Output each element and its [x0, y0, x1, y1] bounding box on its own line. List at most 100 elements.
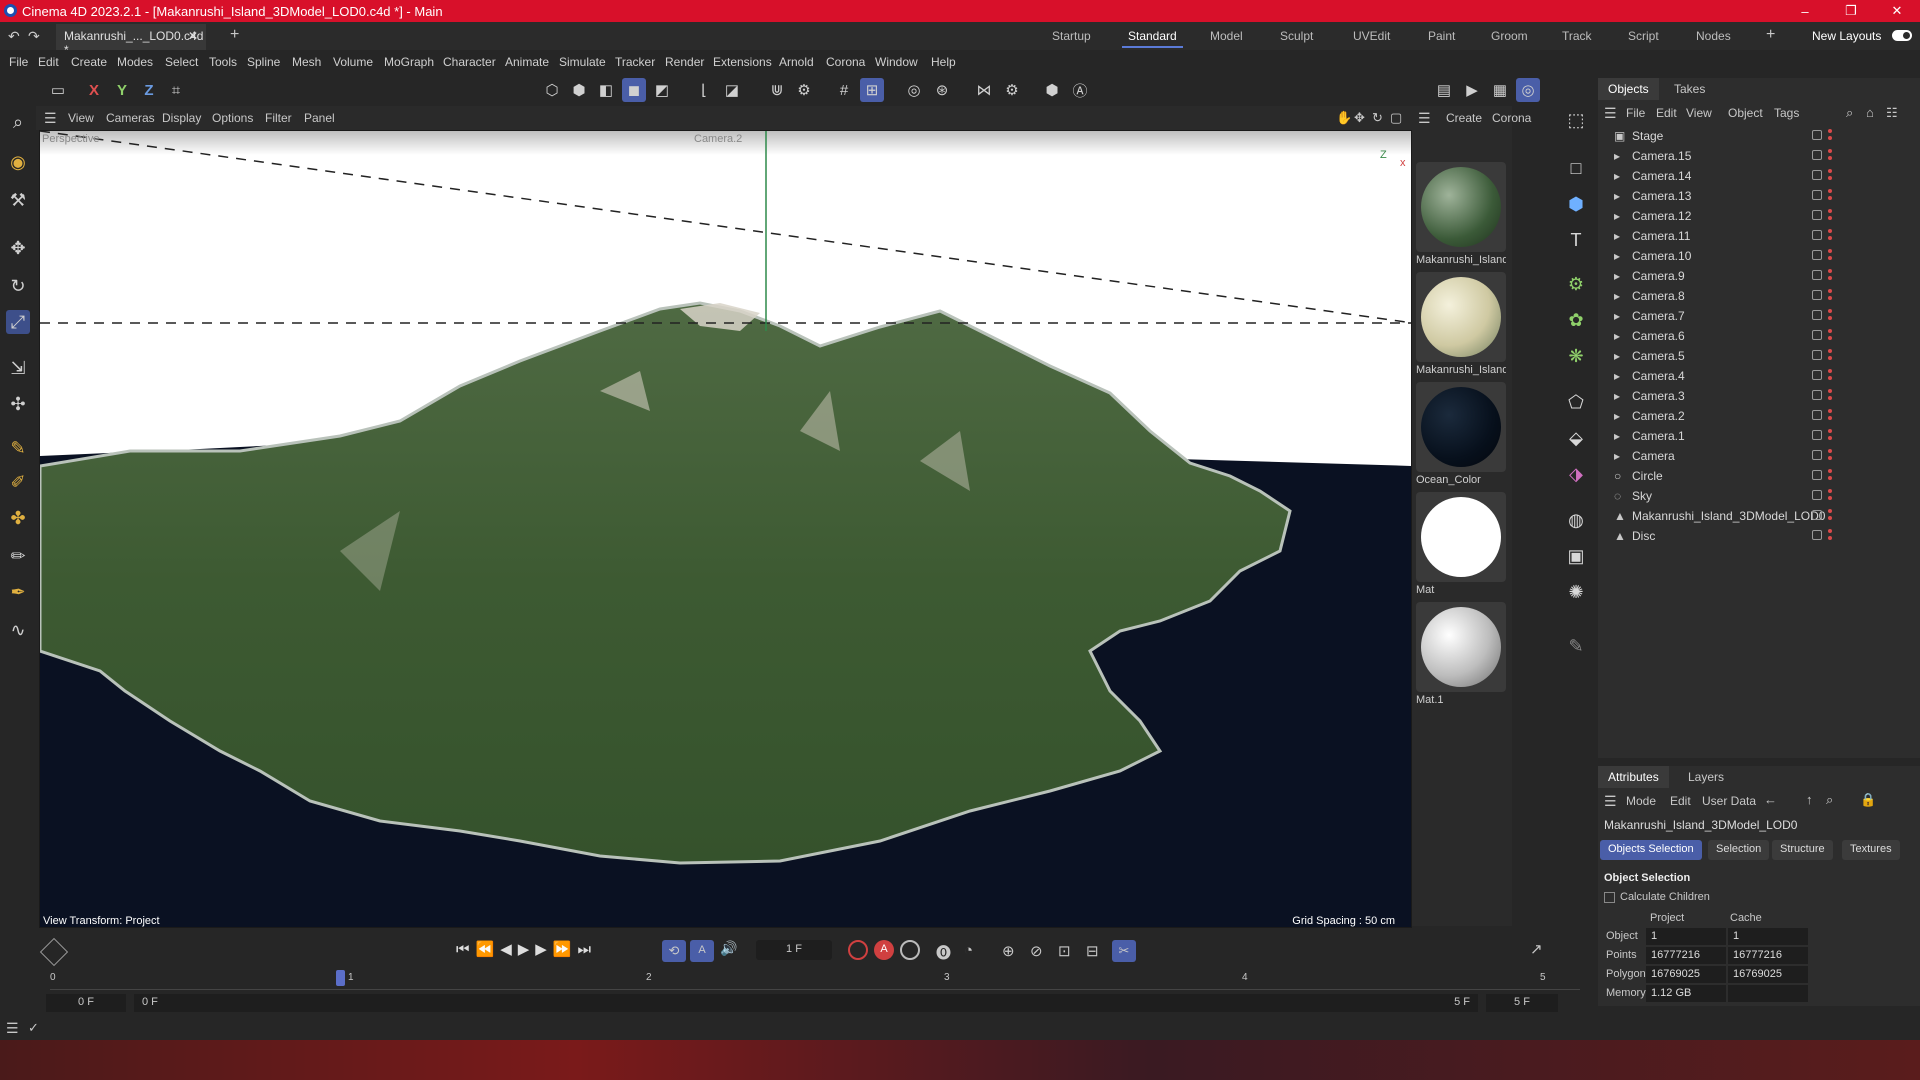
- loop-icon[interactable]: ⟲: [662, 940, 686, 962]
- rotate-view-icon[interactable]: ↻: [1372, 110, 1383, 126]
- object-row[interactable]: ▲ Disc: [1598, 526, 1920, 546]
- viewport-menu-cameras[interactable]: Cameras: [106, 111, 155, 125]
- menu-tracker[interactable]: Tracker: [615, 55, 655, 69]
- editor-visibility-dot[interactable]: [1828, 149, 1832, 153]
- camera-create-icon[interactable]: ▣: [1562, 542, 1590, 570]
- sound-icon[interactable]: 🔊: [720, 940, 737, 957]
- menu-corona[interactable]: Corona: [826, 55, 865, 69]
- render-visibility-dot[interactable]: [1828, 496, 1832, 500]
- magnet-tool-icon[interactable]: ∿: [6, 618, 30, 642]
- transform-icon[interactable]: ⚒: [6, 188, 30, 212]
- render-visibility-dot[interactable]: [1828, 436, 1832, 440]
- material-menu-corona[interactable]: Corona: [1492, 111, 1531, 125]
- editor-visibility-dot[interactable]: [1828, 309, 1832, 313]
- objects-menu-file[interactable]: File: [1626, 106, 1645, 120]
- object-row[interactable]: ▸ Camera.9: [1598, 266, 1920, 286]
- field-icon[interactable]: ⬙: [1562, 424, 1590, 452]
- current-frame-field[interactable]: 1 F: [756, 940, 832, 960]
- start-frame-field[interactable]: 0 F: [46, 994, 126, 1012]
- object-row[interactable]: ▸ Camera.6: [1598, 326, 1920, 346]
- minimize-button[interactable]: –: [1782, 0, 1828, 22]
- render-visibility-dot[interactable]: [1828, 516, 1832, 520]
- material-item[interactable]: Mat.1: [1416, 602, 1506, 706]
- generator-icon[interactable]: ⚙: [1562, 270, 1590, 298]
- axis-mode-icon[interactable]: ⌊: [692, 78, 716, 102]
- render-visibility-dot[interactable]: [1828, 136, 1832, 140]
- layer-checkbox[interactable]: [1812, 310, 1822, 320]
- render-visibility-dot[interactable]: [1828, 536, 1832, 540]
- layer-checkbox[interactable]: [1812, 170, 1822, 180]
- layer-checkbox[interactable]: [1812, 210, 1822, 220]
- object-row[interactable]: ▸ Camera.13: [1598, 186, 1920, 206]
- object-row[interactable]: ▸ Camera.10: [1598, 246, 1920, 266]
- render-queue-icon[interactable]: ▦: [1488, 78, 1512, 102]
- object-row[interactable]: ◌ Sky: [1598, 486, 1920, 506]
- attributes-menu-mode[interactable]: Mode: [1626, 794, 1656, 808]
- menu-mesh[interactable]: Mesh: [292, 55, 321, 69]
- points-mode-icon[interactable]: ⬡: [540, 78, 564, 102]
- spline-pen-icon[interactable]: ✎: [6, 436, 30, 460]
- snap-settings-icon[interactable]: ⚙: [792, 78, 816, 102]
- editor-visibility-dot[interactable]: [1828, 169, 1832, 173]
- filter-icon[interactable]: ☷: [1886, 105, 1898, 121]
- close-window-button[interactable]: ✕: [1874, 0, 1920, 22]
- point-level-icon[interactable]: ✂: [1112, 940, 1136, 962]
- calculate-children-checkbox[interactable]: [1604, 892, 1615, 903]
- layout-tab-model[interactable]: Model: [1204, 26, 1249, 46]
- material-item[interactable]: Ocean_Color: [1416, 382, 1506, 486]
- knife-tool-icon[interactable]: ✒: [6, 580, 30, 604]
- render-visibility-dot[interactable]: [1828, 376, 1832, 380]
- layer-checkbox[interactable]: [1812, 450, 1822, 460]
- autokey-preview-icon[interactable]: A: [690, 940, 714, 962]
- layer-checkbox[interactable]: [1812, 230, 1822, 240]
- object-row[interactable]: ▸ Camera.1: [1598, 426, 1920, 446]
- layer-checkbox[interactable]: [1812, 330, 1822, 340]
- material-hamburger-icon[interactable]: ☰: [1418, 110, 1431, 127]
- tab-attributes[interactable]: Attributes: [1598, 766, 1669, 788]
- add-layout-button[interactable]: +: [1766, 26, 1775, 44]
- render-visibility-dot[interactable]: [1828, 276, 1832, 280]
- layer-checkbox[interactable]: [1812, 470, 1822, 480]
- render-visibility-dot[interactable]: [1828, 216, 1832, 220]
- viewport-menu-panel[interactable]: Panel: [304, 111, 335, 125]
- object-row[interactable]: ▸ Camera.15: [1598, 146, 1920, 166]
- layer-checkbox[interactable]: [1812, 490, 1822, 500]
- param-key-icon[interactable]: ⊟: [1086, 942, 1099, 960]
- move-view-icon[interactable]: ✥: [1354, 110, 1365, 126]
- keyframe-icon[interactable]: [39, 937, 69, 967]
- menu-arnold[interactable]: Arnold: [779, 55, 814, 69]
- environment-icon[interactable]: ◍: [1562, 506, 1590, 534]
- keyframe-settings-icon[interactable]: [900, 940, 920, 960]
- editor-visibility-dot[interactable]: [1828, 189, 1832, 193]
- tab-objects[interactable]: Objects: [1598, 78, 1659, 100]
- mograph-icon[interactable]: ✿: [1562, 306, 1590, 334]
- placement-tool-icon[interactable]: ⇲: [6, 356, 30, 380]
- object-row[interactable]: ▸ Camera.12: [1598, 206, 1920, 226]
- rotation-key-icon[interactable]: ⊘: [1030, 942, 1043, 960]
- previous-key-icon[interactable]: ⏪: [476, 940, 495, 958]
- layer-checkbox[interactable]: [1812, 510, 1822, 520]
- effector-icon[interactable]: ❋: [1562, 342, 1590, 370]
- object-row[interactable]: ▸ Camera.11: [1598, 226, 1920, 246]
- layer-checkbox[interactable]: [1812, 130, 1822, 140]
- viewport-hamburger-icon[interactable]: ☰: [44, 110, 57, 127]
- redo-icon[interactable]: ↷: [28, 28, 40, 45]
- menu-file[interactable]: File: [9, 55, 28, 69]
- layer-checkbox[interactable]: [1812, 390, 1822, 400]
- layout-tab-standard[interactable]: Standard: [1122, 26, 1183, 48]
- render-visibility-dot[interactable]: [1828, 356, 1832, 360]
- timeline-ruler[interactable]: 0 1 2 3 4 5: [50, 970, 1580, 990]
- objects-menu-edit[interactable]: Edit: [1656, 106, 1677, 120]
- add-tab-button[interactable]: +: [230, 26, 239, 44]
- render-visibility-dot[interactable]: [1828, 156, 1832, 160]
- object-row[interactable]: ▣ Stage: [1598, 126, 1920, 146]
- material-item[interactable]: Makanrushi_Island: [1416, 272, 1506, 376]
- render-visibility-dot[interactable]: [1828, 416, 1832, 420]
- playhead[interactable]: [336, 970, 345, 986]
- up-icon[interactable]: ↑: [1806, 792, 1813, 807]
- editor-visibility-dot[interactable]: [1828, 489, 1832, 493]
- material-menu-create[interactable]: Create: [1446, 111, 1482, 125]
- menu-mograph[interactable]: MoGraph: [384, 55, 434, 69]
- move-cursor-icon[interactable]: ◉: [6, 150, 30, 174]
- select-tool-icon[interactable]: ⬚: [1562, 106, 1590, 134]
